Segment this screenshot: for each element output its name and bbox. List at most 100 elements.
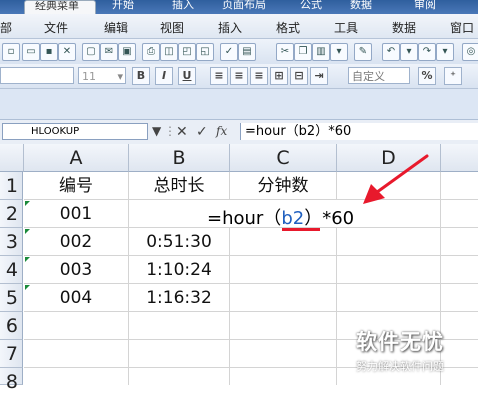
italic-button[interactable]: I — [155, 67, 173, 85]
cell-b8[interactable] — [129, 368, 230, 385]
menu-item-window[interactable]: 窗口 — [450, 19, 474, 36]
row-header-8[interactable]: 8 — [0, 368, 23, 393]
cell-a2[interactable]: 001 — [24, 200, 129, 228]
cell-c7[interactable] — [230, 340, 337, 368]
undo-icon[interactable]: ↶ — [382, 43, 400, 61]
cell-c8[interactable] — [230, 368, 337, 385]
enter-check-icon[interactable]: ✓ — [196, 124, 208, 140]
percent-icon[interactable]: % — [418, 67, 436, 85]
tab-data[interactable]: 数据 — [350, 0, 372, 14]
align-right-icon[interactable]: ≡ — [250, 67, 268, 85]
cell-e5[interactable] — [441, 284, 478, 312]
name-box-dropdown-icon[interactable]: ▼ — [152, 124, 161, 138]
excel-icon[interactable]: ✕ — [58, 43, 76, 61]
select-all-corner[interactable] — [0, 144, 24, 172]
tab-formulas[interactable]: 公式 — [300, 0, 322, 14]
cell-d3[interactable] — [337, 228, 441, 256]
cell-b7[interactable] — [129, 340, 230, 368]
menu-item-file[interactable]: 文件 — [44, 19, 68, 36]
cell-a5[interactable]: 004 — [24, 284, 129, 312]
in-cell-formula[interactable]: =hour（b2）*60 — [207, 204, 354, 230]
insert-function-icon[interactable]: fx — [216, 124, 227, 138]
indent-icon[interactable]: ⇥ — [310, 67, 328, 85]
print-preview-icon[interactable]: ▣ — [118, 43, 136, 61]
translate-icon[interactable]: ◱ — [196, 43, 214, 61]
merge-center-icon[interactable]: ⊞ — [270, 67, 288, 85]
preview-icon[interactable]: ◫ — [160, 43, 178, 61]
cell-b4[interactable]: 1:10:24 — [129, 256, 230, 284]
spelling-icon[interactable]: ✓ — [220, 43, 238, 61]
formula-input[interactable]: =hour（b2）*60 — [240, 123, 478, 140]
cell-a8[interactable] — [24, 368, 129, 385]
cell-d5[interactable] — [337, 284, 441, 312]
redo-icon[interactable]: ↷ — [418, 43, 436, 61]
cell-b6[interactable] — [129, 312, 230, 340]
hyperlink-icon[interactable]: ◎ — [462, 43, 478, 61]
menu-item-all[interactable]: 部 — [0, 19, 12, 36]
cell-c6[interactable] — [230, 312, 337, 340]
permission-icon[interactable]: ▢ — [82, 43, 100, 61]
row-header-5[interactable]: 5 — [0, 284, 23, 312]
save-icon[interactable]: ▪ — [40, 43, 58, 61]
cell-c1[interactable]: 分钟数 — [230, 172, 337, 200]
column-header-a[interactable]: A — [24, 144, 129, 172]
bold-button[interactable]: B — [132, 67, 150, 85]
cell-e2[interactable] — [441, 200, 478, 228]
font-size-select[interactable]: 11 ▾ — [78, 67, 126, 84]
tab-home[interactable]: 开始 — [112, 0, 134, 14]
wrap-icon[interactable]: ⊟ — [290, 67, 308, 85]
format-painter-icon[interactable]: ✎ — [354, 43, 372, 61]
tab-page-layout[interactable]: 页面布局 — [222, 0, 266, 14]
align-center-icon[interactable]: ≡ — [230, 67, 248, 85]
cell-a3[interactable]: 002 — [24, 228, 129, 256]
increase-decimal-icon[interactable]: ⁺ — [444, 67, 462, 85]
cell-b3[interactable]: 0:51:30 — [129, 228, 230, 256]
cell-c3[interactable] — [230, 228, 337, 256]
copy-icon[interactable]: ❐ — [294, 43, 312, 61]
row-header-7[interactable]: 7 — [0, 340, 23, 368]
row-header-3[interactable]: 3 — [0, 228, 23, 256]
menu-item-view[interactable]: 视图 — [160, 19, 184, 36]
tab-classic-menu[interactable]: 经典菜单 — [24, 0, 96, 15]
row-header-1[interactable]: 1 — [0, 172, 23, 200]
cut-icon[interactable]: ✂ — [276, 43, 294, 61]
redo-dropdown-icon[interactable]: ▾ — [436, 43, 454, 61]
cell-b1[interactable]: 总时长 — [129, 172, 230, 200]
column-header-b[interactable]: B — [129, 144, 230, 172]
print-icon[interactable]: ⎙ — [142, 43, 160, 61]
cell-b5[interactable]: 1:16:32 — [129, 284, 230, 312]
new-document-icon[interactable]: ▫ — [2, 43, 20, 61]
tab-review[interactable]: 审阅 — [414, 0, 436, 14]
row-header-6[interactable]: 6 — [0, 312, 23, 340]
cell-c4[interactable] — [230, 256, 337, 284]
name-box[interactable]: HLOOKUP — [2, 123, 148, 140]
row-header-4[interactable]: 4 — [0, 256, 23, 284]
undo-dropdown-icon[interactable]: ▾ — [400, 43, 418, 61]
menu-item-tools[interactable]: 工具 — [334, 19, 358, 36]
menu-item-data[interactable]: 数据 — [392, 19, 416, 36]
open-folder-icon[interactable]: ▭ — [22, 43, 40, 61]
column-header-e[interactable] — [441, 144, 478, 172]
cell-e4[interactable] — [441, 256, 478, 284]
cell-e3[interactable] — [441, 228, 478, 256]
font-name-select[interactable] — [0, 67, 74, 84]
paste-dropdown-icon[interactable]: ▾ — [330, 43, 348, 61]
research-icon[interactable]: ◰ — [178, 43, 196, 61]
chevron-down-icon[interactable]: ▾ — [117, 68, 123, 85]
tab-insert[interactable]: 插入 — [172, 0, 194, 14]
align-left-icon[interactable]: ≡ — [210, 67, 228, 85]
cancel-icon[interactable]: ✕ — [176, 124, 188, 140]
column-header-c[interactable]: C — [230, 144, 337, 172]
cell-a1[interactable]: 编号 — [24, 172, 129, 200]
menu-item-insert[interactable]: 插入 — [218, 19, 242, 36]
underline-button[interactable]: U — [178, 67, 196, 85]
menu-item-edit[interactable]: 编辑 — [104, 19, 128, 36]
email-icon[interactable]: ✉ — [100, 43, 118, 61]
research-book-icon[interactable]: ▤ — [238, 43, 256, 61]
row-header-2[interactable]: 2 — [0, 200, 23, 228]
paste-icon[interactable]: ▥ — [312, 43, 330, 61]
number-format-select[interactable]: 自定义 — [348, 67, 410, 84]
cell-a4[interactable]: 003 — [24, 256, 129, 284]
menu-item-format[interactable]: 格式 — [276, 19, 300, 36]
cell-d4[interactable] — [337, 256, 441, 284]
